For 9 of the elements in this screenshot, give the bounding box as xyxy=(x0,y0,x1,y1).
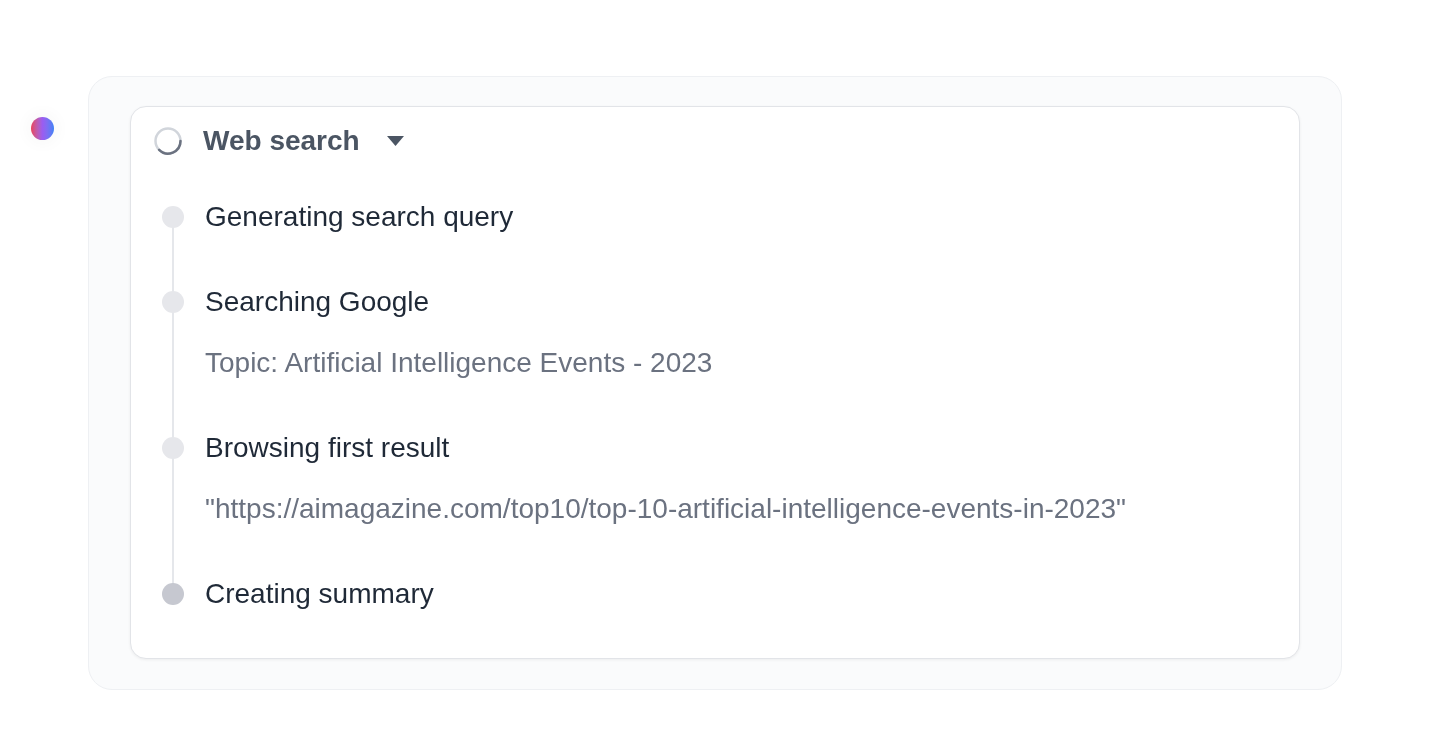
step-detail: "https://aimagazine.com/top10/top-10-artificial-intelligence-events-in-2023" xyxy=(205,492,1127,526)
step-title: Browsing first result xyxy=(205,431,450,465)
step-detail: Topic: Artificial Intelligence Events - 2023 xyxy=(205,346,713,380)
step-title: Generating search query xyxy=(205,200,514,234)
step-title: Searching Google xyxy=(205,285,430,319)
assistant-avatar-icon xyxy=(31,117,54,140)
step-title: Creating summary xyxy=(205,577,434,611)
web-search-toggle[interactable]: Web search xyxy=(203,123,404,159)
caret-icon xyxy=(386,136,404,146)
